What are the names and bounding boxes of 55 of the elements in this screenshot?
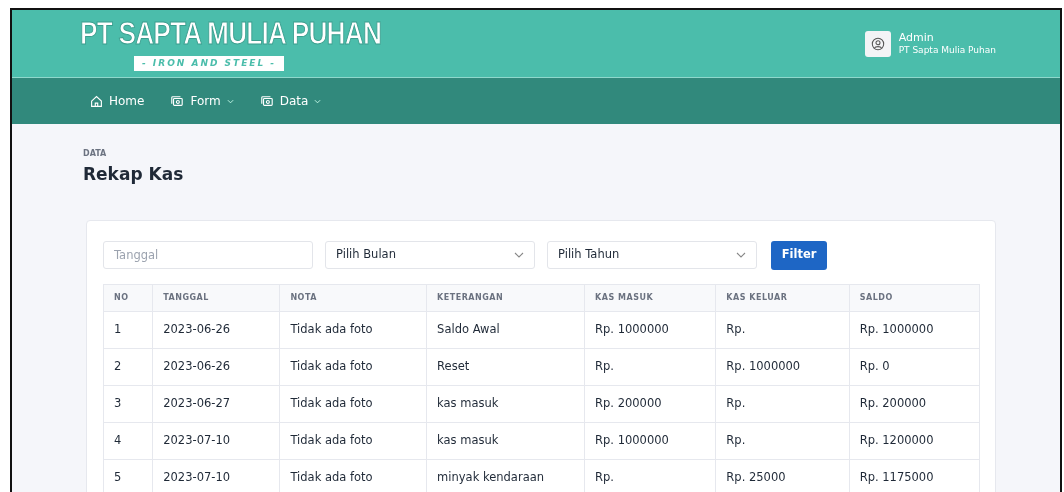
month-select[interactable]: Pilih Bulan (325, 241, 535, 269)
user-company: PT Sapta Mulia Puhan (898, 44, 996, 56)
table-cell: 2023-07-10 (152, 422, 280, 459)
table-cell: 5 (103, 459, 153, 492)
column-header: NOTA (279, 284, 427, 311)
stack-icon (170, 94, 185, 108)
date-field[interactable]: Tanggal (103, 241, 313, 269)
column-header: KAS KELUAR (715, 284, 850, 311)
table-cell: Rp. 0 (849, 348, 980, 385)
table-cell: Rp. 1200000 (849, 422, 980, 459)
year-select[interactable]: Pilih Tahun (547, 241, 757, 269)
nav-link[interactable]: Form (170, 92, 234, 110)
chevron-icon (514, 252, 524, 258)
chevron-icon (736, 252, 746, 258)
table-cell: Tidak ada foto (279, 385, 427, 422)
table-cell: Rp. 1000000 (849, 311, 980, 348)
table-cell: Rp. 1000000 (584, 422, 716, 459)
home-icon (90, 94, 103, 108)
column-header: SALDO (849, 284, 980, 311)
column-header: KETERANGAN (426, 284, 585, 311)
table-cell: kas masuk (426, 385, 585, 422)
table-cell: kas masuk (426, 422, 585, 459)
table-cell: Rp. 1000000 (584, 311, 716, 348)
table-cell: Tidak ada foto (279, 348, 427, 385)
table-cell: Rp. (715, 422, 850, 459)
avatar-icon[interactable] (864, 30, 891, 57)
table-cell: Saldo Awal (426, 311, 585, 348)
table-cell: Rp. (715, 385, 850, 422)
table-cell: 1 (103, 311, 153, 348)
page-title: Rekap Kas (83, 163, 185, 186)
column-header: TANGGAL (152, 284, 280, 311)
table-cell: 2 (103, 348, 153, 385)
logo-subtitle: - IRON AND STEEL - (134, 56, 285, 71)
table-cell: Rp. 1000000 (715, 348, 850, 385)
table-cell: Rp. 200000 (584, 385, 716, 422)
table-cell: 2023-06-27 (152, 385, 280, 422)
table-cell: Tidak ada foto (279, 311, 427, 348)
table-cell: Rp. 200000 (849, 385, 980, 422)
table-cell: Rp. (715, 311, 850, 348)
nav-link[interactable]: Home (90, 92, 145, 110)
table-cell: Reset (426, 348, 585, 385)
nav-link[interactable]: Data (259, 92, 322, 110)
table-cell: 2023-06-26 (152, 348, 280, 385)
column-header: NO (103, 284, 153, 311)
table-cell: Rp. (584, 348, 716, 385)
logo-title: PT SAPTA MULIA PUHAN (80, 18, 382, 49)
table-cell: 2023-06-26 (152, 311, 280, 348)
filter-button[interactable]: Filter (771, 240, 827, 270)
table-cell: Tidak ada foto (279, 422, 427, 459)
table-cell: 4 (103, 422, 153, 459)
table-cell: 3 (103, 385, 153, 422)
column-header: KAS MASUK (584, 284, 716, 311)
stack-icon (259, 94, 274, 108)
user-name: Admin (898, 31, 935, 44)
page-pretitle: DATA (83, 148, 108, 160)
